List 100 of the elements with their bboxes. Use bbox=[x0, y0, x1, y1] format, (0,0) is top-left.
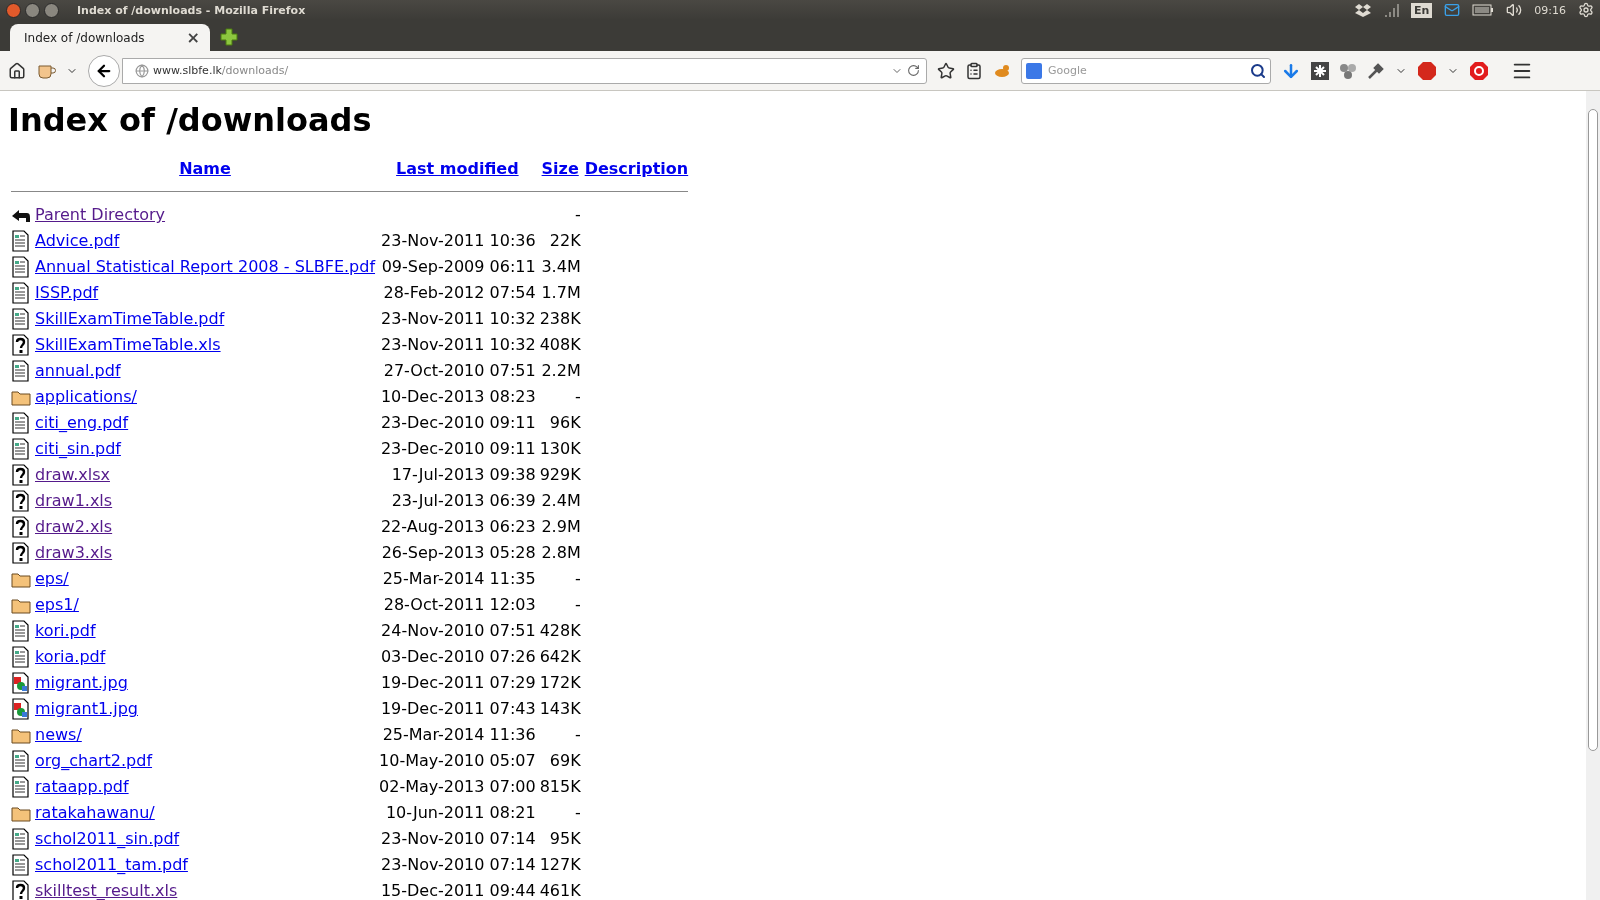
mail-icon[interactable] bbox=[1444, 2, 1461, 18]
file-size: 172K bbox=[539, 673, 581, 693]
file-link[interactable]: citi_sin.pdf bbox=[35, 439, 121, 459]
maximize-button[interactable] bbox=[44, 2, 59, 18]
modified-date: 10-Dec-2013 08:23 bbox=[380, 387, 536, 407]
file-link[interactable]: draw1.xls bbox=[35, 491, 113, 511]
bird-icon[interactable] bbox=[993, 62, 1011, 79]
battery-icon[interactable] bbox=[1472, 4, 1495, 16]
file-size: 929K bbox=[539, 465, 581, 485]
modified-date: 09-Sep-2009 06:11 bbox=[381, 257, 536, 277]
column-sort-link[interactable]: Name bbox=[179, 159, 231, 179]
file-link[interactable]: org_chart2.pdf bbox=[35, 751, 153, 771]
box-icon[interactable] bbox=[1354, 3, 1371, 17]
globe-icon bbox=[135, 63, 149, 78]
file-link[interactable]: news/ bbox=[35, 725, 82, 745]
home-icon[interactable] bbox=[8, 61, 26, 80]
modified-date: 28-Feb-2012 07:54 bbox=[383, 283, 536, 303]
molecule-icon[interactable] bbox=[1339, 61, 1357, 80]
file-link[interactable]: skilltest_result.xls bbox=[35, 881, 178, 900]
file-size: 2.8M bbox=[541, 543, 581, 563]
modified-date: 24-Nov-2010 07:51 bbox=[381, 621, 536, 641]
clock: 09:16 bbox=[1534, 3, 1566, 17]
new-tab-icon[interactable] bbox=[220, 28, 238, 46]
question-file-icon bbox=[11, 516, 31, 539]
file-size: - bbox=[574, 205, 581, 225]
file-link[interactable]: SkillExamTimeTable.pdf bbox=[35, 309, 225, 329]
search-icon[interactable] bbox=[1250, 62, 1266, 79]
file-link[interactable]: kori.pdf bbox=[35, 621, 96, 641]
reload-icon[interactable] bbox=[907, 64, 920, 77]
settings-icon[interactable] bbox=[1578, 2, 1594, 18]
document-icon bbox=[11, 776, 31, 799]
file-size: 428K bbox=[539, 621, 581, 641]
modified-date: 23-Dec-2010 09:11 bbox=[380, 439, 536, 459]
address-bar[interactable]: www.slbfe.lk/downloads/ bbox=[122, 57, 927, 84]
file-link[interactable]: Advice.pdf bbox=[35, 231, 120, 251]
file-link[interactable]: ratakahawanu/ bbox=[35, 803, 155, 823]
image-file-icon bbox=[11, 672, 31, 695]
modified-date: 22-Aug-2013 06:23 bbox=[380, 517, 536, 537]
search-box[interactable]: Google bbox=[1021, 57, 1271, 84]
eyedropper-icon[interactable] bbox=[1367, 61, 1385, 80]
file-link[interactable]: eps/ bbox=[35, 569, 69, 589]
column-sort-link[interactable]: Description bbox=[584, 159, 689, 179]
modified-date: 23-Dec-2010 09:11 bbox=[380, 413, 536, 433]
file-link[interactable]: rataapp.pdf bbox=[35, 777, 129, 797]
block-icon[interactable] bbox=[1469, 60, 1489, 81]
modified-date: 03-Dec-2010 07:26 bbox=[380, 647, 536, 667]
keyboard-layout-indicator[interactable]: En bbox=[1410, 2, 1433, 18]
clipboard-icon[interactable] bbox=[965, 61, 983, 80]
asterisk-icon[interactable] bbox=[1311, 61, 1329, 80]
modified-date: 25-Mar-2014 11:35 bbox=[382, 569, 536, 589]
close-window-button[interactable] bbox=[6, 2, 21, 18]
signal-icon[interactable] bbox=[1382, 3, 1399, 17]
file-size: - bbox=[574, 595, 581, 615]
question-file-icon bbox=[11, 334, 31, 357]
file-link[interactable]: citi_eng.pdf bbox=[35, 413, 129, 433]
stop-sign-icon[interactable] bbox=[1417, 60, 1437, 81]
back-button[interactable] bbox=[88, 54, 120, 87]
browser-tab[interactable]: Index of /downloads × bbox=[10, 24, 210, 51]
file-link[interactable]: migrant1.jpg bbox=[35, 699, 138, 719]
file-link[interactable]: Annual Statistical Report 2008 - SLBFE.pdf bbox=[35, 257, 376, 277]
file-link[interactable]: schol2011_tam.pdf bbox=[35, 855, 188, 875]
file-size: 95K bbox=[549, 829, 581, 849]
document-icon bbox=[11, 230, 31, 253]
document-icon bbox=[11, 308, 31, 331]
document-icon bbox=[11, 282, 31, 305]
file-link[interactable]: annual.pdf bbox=[35, 361, 121, 381]
file-link[interactable]: Parent Directory bbox=[35, 205, 166, 225]
image-file-icon bbox=[11, 698, 31, 721]
file-size: 3.4M bbox=[541, 257, 581, 277]
file-link[interactable]: migrant.jpg bbox=[35, 673, 128, 693]
file-link[interactable]: draw2.xls bbox=[35, 517, 113, 537]
modified-date: 25-Mar-2014 11:36 bbox=[382, 725, 536, 745]
file-size: 69K bbox=[549, 751, 581, 771]
file-size: 408K bbox=[539, 335, 581, 355]
document-icon bbox=[11, 828, 31, 851]
volume-icon[interactable] bbox=[1506, 2, 1523, 18]
url-text: www.slbfe.lk/downloads/ bbox=[153, 64, 290, 77]
modified-date: 26-Sep-2013 05:28 bbox=[381, 543, 536, 563]
column-sort-link[interactable]: Size bbox=[541, 159, 579, 179]
file-size: 815K bbox=[539, 777, 581, 797]
file-link[interactable]: SkillExamTimeTable.xls bbox=[35, 335, 221, 355]
file-link[interactable]: draw.xlsx bbox=[35, 465, 110, 485]
document-icon bbox=[11, 360, 31, 383]
file-link[interactable]: eps1/ bbox=[35, 595, 79, 615]
file-link[interactable]: ISSP.pdf bbox=[35, 283, 99, 303]
column-sort-link[interactable]: Last modified bbox=[396, 159, 519, 179]
question-file-icon bbox=[11, 490, 31, 513]
file-link[interactable]: schol2011_sin.pdf bbox=[35, 829, 180, 849]
search-engine-icon[interactable] bbox=[1026, 62, 1042, 79]
tab-close-button[interactable]: × bbox=[186, 28, 200, 47]
tab-title: Index of /downloads bbox=[24, 30, 146, 45]
file-link[interactable]: applications/ bbox=[35, 387, 137, 407]
file-size: 1.7M bbox=[541, 283, 581, 303]
file-link[interactable]: draw3.xls bbox=[35, 543, 113, 563]
file-link[interactable]: koria.pdf bbox=[35, 647, 106, 667]
scrollbar-thumb[interactable] bbox=[1588, 109, 1598, 751]
minimize-button[interactable] bbox=[25, 2, 40, 18]
modified-date: 23-Nov-2010 07:14 bbox=[381, 829, 536, 849]
bookmark-star-icon[interactable] bbox=[937, 61, 955, 80]
file-size: 461K bbox=[539, 881, 581, 900]
